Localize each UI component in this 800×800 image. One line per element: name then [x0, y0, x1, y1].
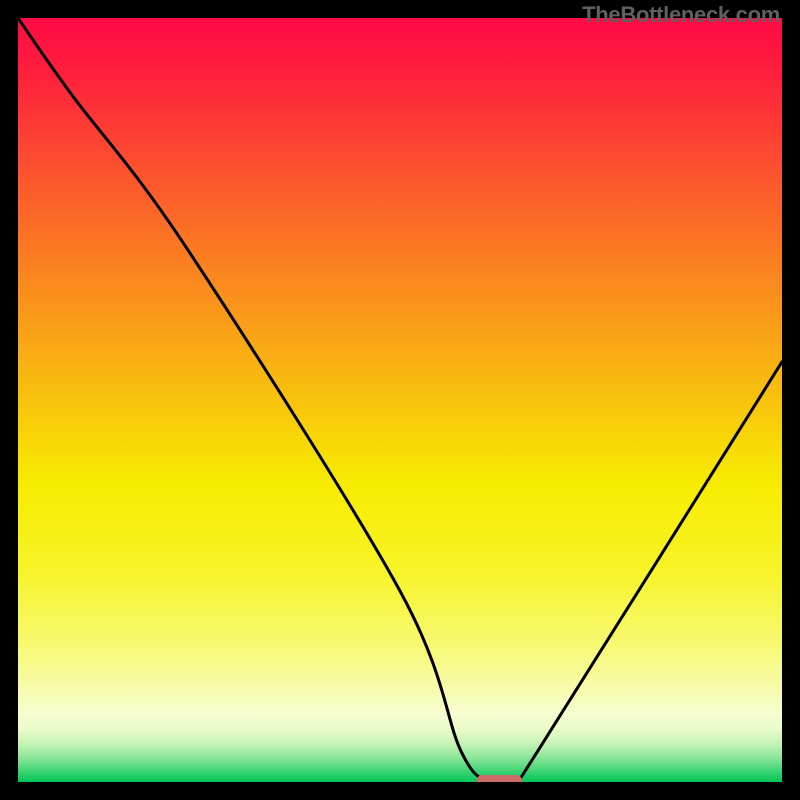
gradient-background	[18, 18, 782, 782]
plot-area	[18, 18, 782, 782]
chart-canvas	[18, 18, 782, 782]
attribution-text: TheBottleneck.com	[582, 2, 780, 28]
optimal-marker	[476, 775, 522, 782]
